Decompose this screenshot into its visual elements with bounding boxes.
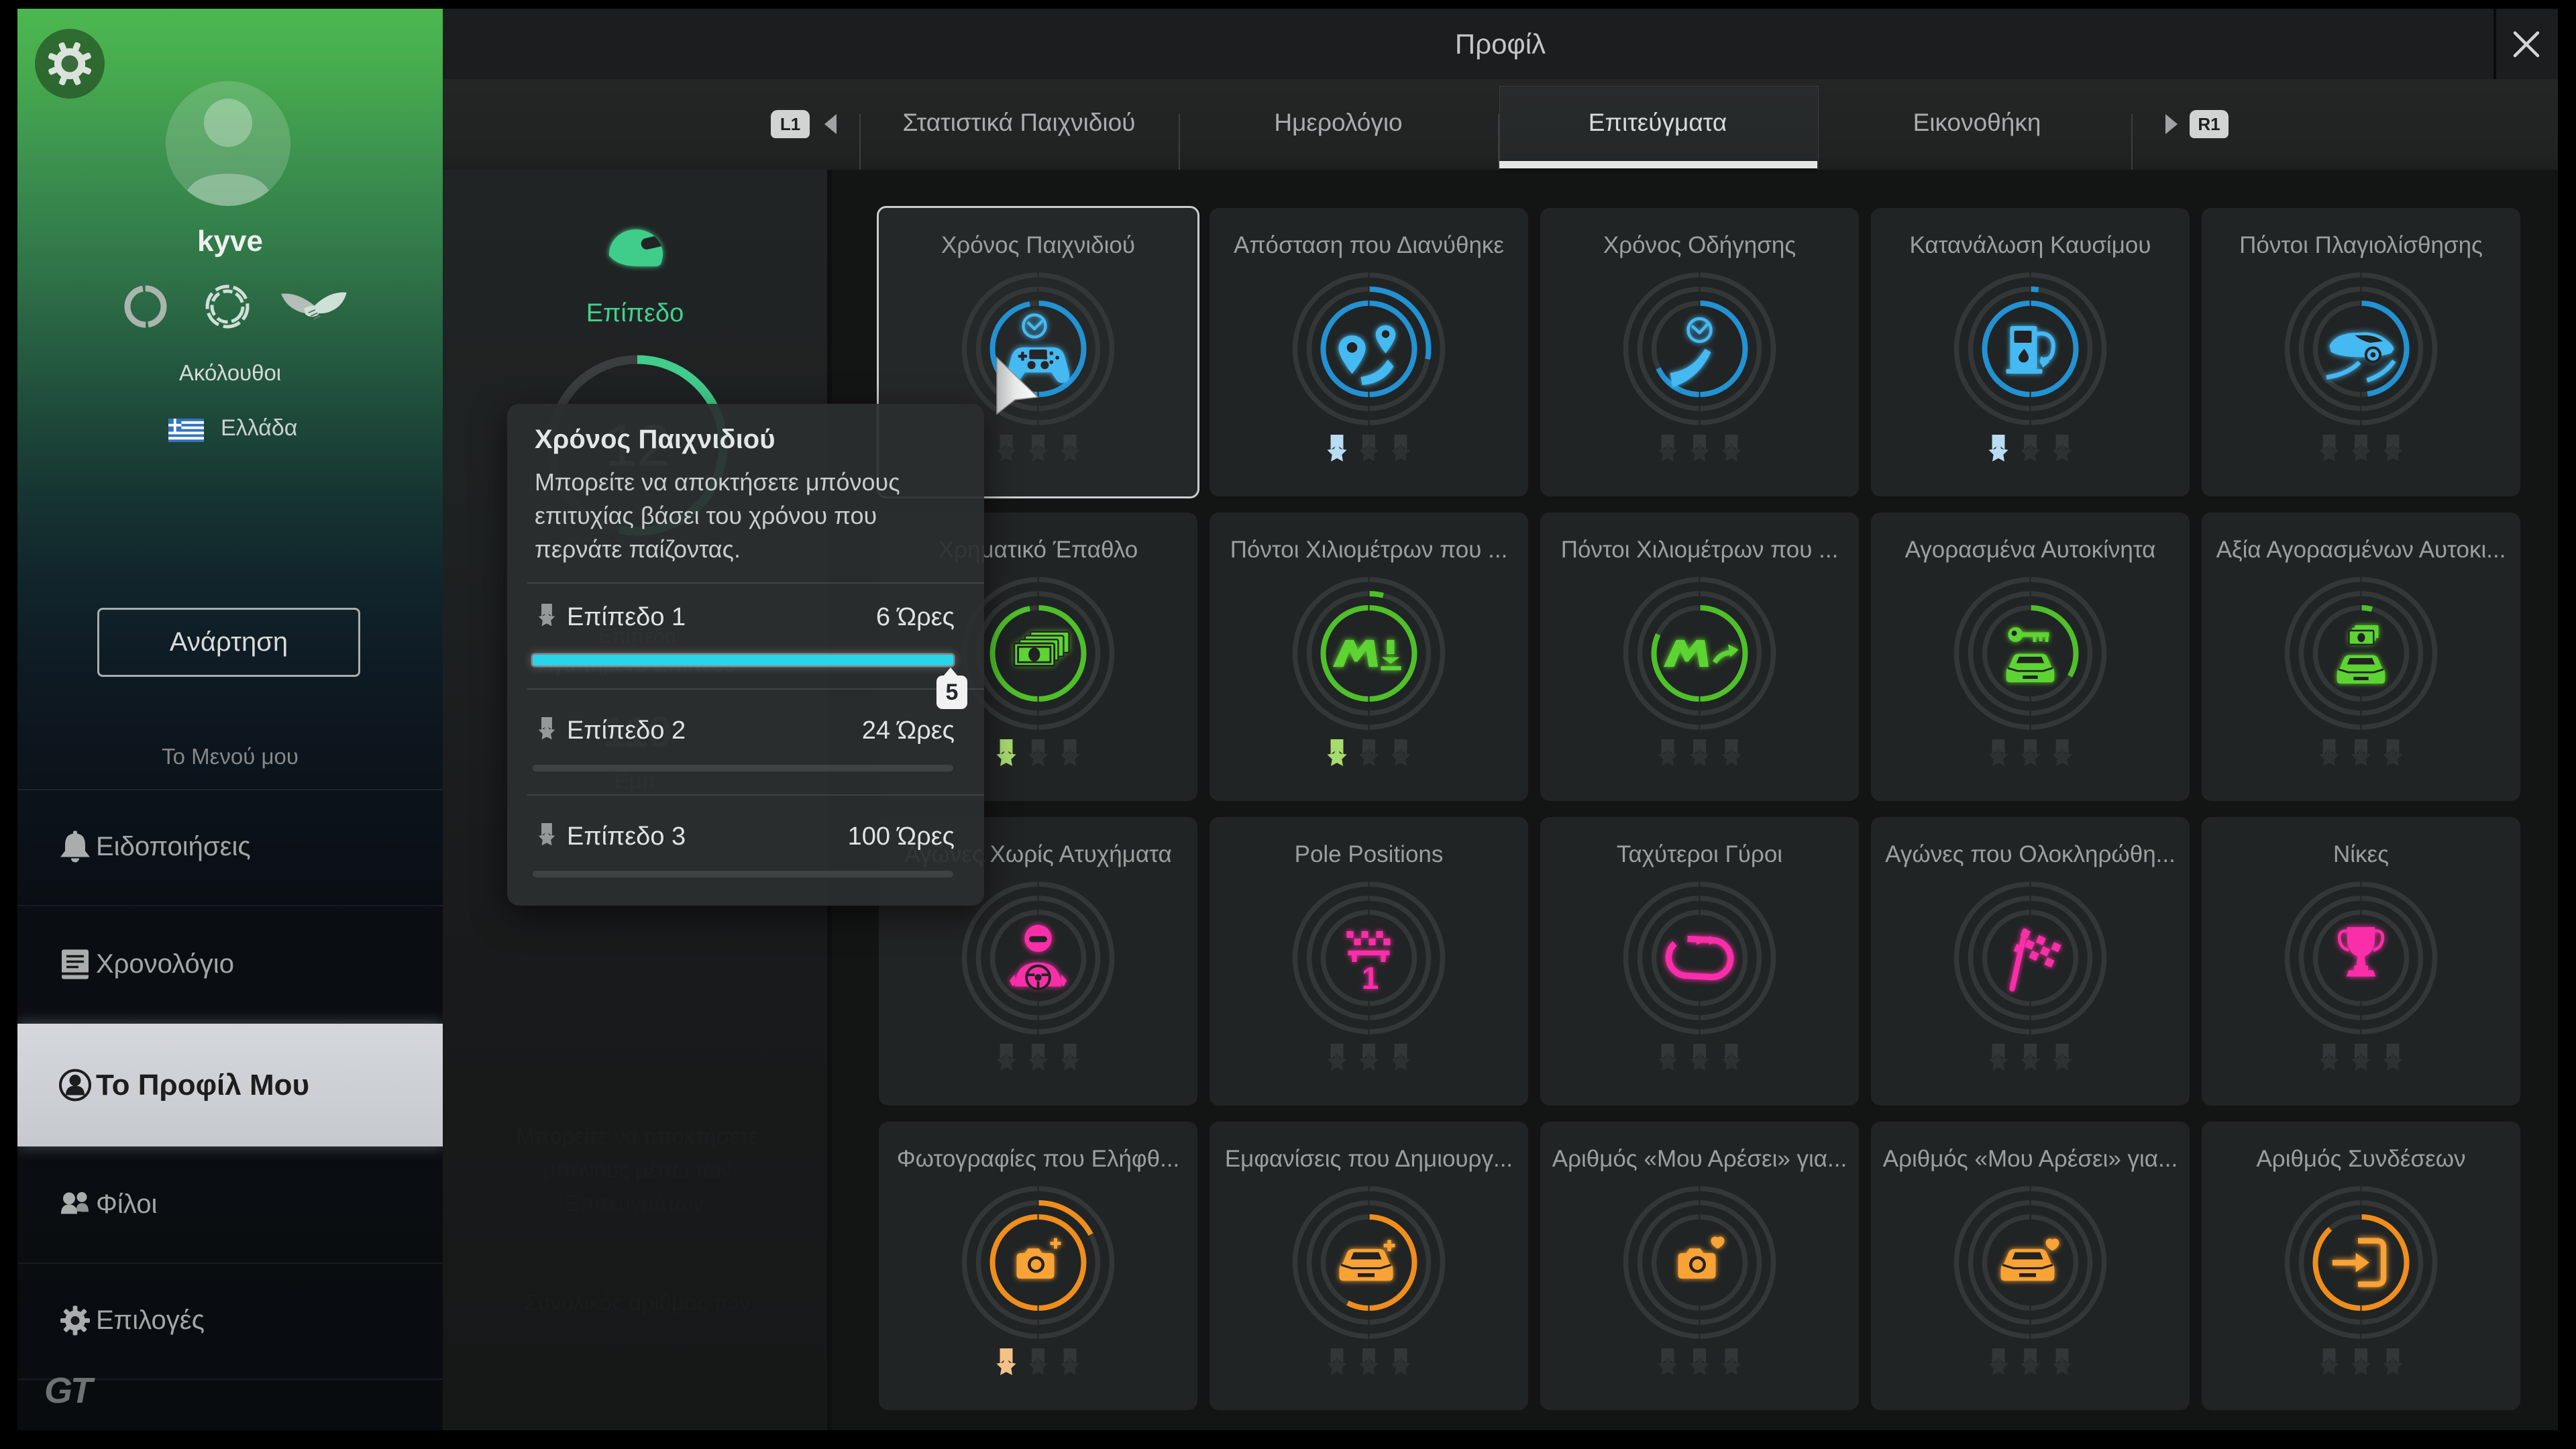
svg-text:Επιτευγμάτων.: Επιτευγμάτων. [565, 1191, 710, 1216]
svg-text:1: 1 [1362, 961, 1379, 996]
svg-text:Μπορείτε να αποκτήσετε: Μπορείτε να αποκτήσετε [516, 1124, 758, 1148]
svg-text:GT: GT [44, 1372, 95, 1411]
svg-text:Συνολικός αριθμός των: Συνολικός αριθμός των [525, 1290, 751, 1315]
svg-text:μπόνους μέσω των: μπόνους μέσω των [543, 1157, 732, 1182]
